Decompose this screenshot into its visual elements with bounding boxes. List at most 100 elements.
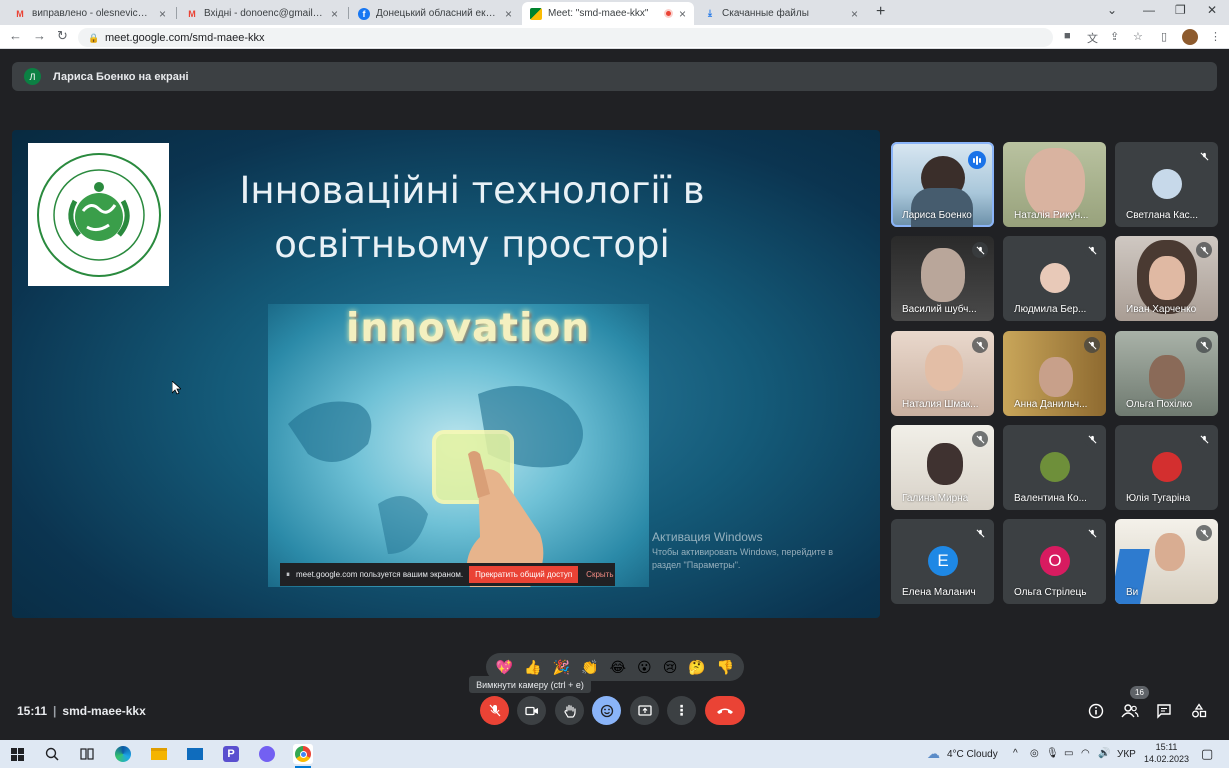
bookmark-star-icon[interactable]: ☆ [1133,30,1143,43]
mic-toggle-button[interactable] [480,696,509,725]
chat-button[interactable] [1153,700,1175,722]
task-view-icon[interactable] [77,744,97,764]
tab-search-icon[interactable]: ⌄ [1107,3,1117,17]
participant-name: Галина Мирна [902,493,969,504]
tab-facebook[interactable]: f Донецький обласний еколого-н × [350,2,520,25]
raise-hand-button[interactable] [555,696,584,725]
tab-title: Вхідні - donoenc@gmail.com - G [204,8,325,19]
participant-count-badge: 16 [1130,686,1149,699]
participant-tile[interactable]: Ольга Похілко [1115,331,1218,416]
close-icon[interactable]: × [505,7,512,21]
weather-text[interactable]: 4°C Cloudy [947,749,998,760]
clock[interactable]: 15:11 14.02.2023 [1144,742,1189,764]
participant-tile[interactable]: Светлана Кас... [1115,142,1218,227]
participant-tile[interactable]: О Ольга Стрілець [1003,519,1106,604]
stop-sharing-button[interactable]: Прекратить общий доступ [469,566,579,583]
menu-icon[interactable]: ⋮ [1210,30,1221,43]
profile-avatar[interactable] [1182,29,1198,45]
tab-gmail-1[interactable]: M виправлено - olesnevich88a@gr × [6,2,174,25]
reaction-thumbs-up[interactable]: 👍 [524,659,541,676]
tab-downloads[interactable]: ⤓ Скачанные файлы × [696,2,866,25]
wifi-icon[interactable]: ◠ [1081,748,1090,759]
participant-tile[interactable]: Наталія Рикун... [1003,142,1106,227]
tray-expand-icon[interactable]: ^ [1013,748,1018,759]
muted-mic-icon [972,337,988,353]
clock-time: 15:11 [1155,742,1178,752]
participant-video [921,248,965,302]
app-p-icon[interactable]: P [221,744,241,764]
reaction-party[interactable]: 🎉 [553,659,570,676]
activities-button[interactable] [1188,700,1210,722]
reactions-button[interactable] [592,696,621,725]
battery-icon[interactable]: ▭ [1064,748,1073,759]
reaction-heart[interactable]: 💖 [496,659,513,676]
side-panel-icon[interactable]: ▯ [1161,30,1167,43]
close-icon[interactable]: × [679,7,686,21]
share-icon[interactable]: ⇪ [1110,30,1119,43]
address-bar[interactable]: 🔒 meet.google.com/smd-maee-kkx [78,28,1053,47]
mail-icon[interactable] [185,744,205,764]
participant-tile[interactable]: Лариса Боенко [891,142,994,227]
translate-icon[interactable]: 文 [1087,30,1098,46]
camera-toggle-button[interactable] [517,696,546,725]
tab-title: Meet: "smd-maee-kkx" [548,8,649,19]
volume-icon[interactable]: 🔊 [1098,748,1110,759]
reload-icon[interactable]: ↻ [57,28,68,44]
participant-video [927,443,963,485]
back-icon[interactable]: ← [9,28,22,43]
restore-icon[interactable]: ❐ [1175,3,1186,17]
leave-call-button[interactable] [705,696,745,725]
chrome-icon[interactable] [293,744,313,768]
muted-mic-icon [972,431,988,447]
language-indicator[interactable]: УКР [1117,749,1136,760]
microphone-icon[interactable]: 🎙 [1046,748,1059,759]
reaction-laugh[interactable]: 😂 [610,659,626,676]
people-button[interactable] [1119,700,1141,722]
reaction-surprised[interactable]: 😮 [637,659,652,676]
minimize-icon[interactable]: — [1143,3,1155,17]
participant-tile[interactable]: E Елена Маланич [891,519,994,604]
forward-icon[interactable]: → [33,28,46,43]
viber-icon[interactable] [257,744,277,764]
close-window-icon[interactable]: ✕ [1207,3,1217,17]
reaction-thinking[interactable]: 🤔 [688,659,705,676]
muted-mic-icon [1196,242,1212,258]
lock-icon: 🔒 [88,33,100,43]
participant-tile[interactable]: Людмила Бер... [1003,236,1106,321]
notifications-icon[interactable]: ▢ [1201,746,1213,762]
presenter-avatar: Л [24,68,41,85]
drag-handle-icon[interactable]: ⏸ [286,570,290,580]
close-icon[interactable]: × [851,7,858,21]
tray-app-icon[interactable]: ◎ [1030,748,1039,759]
more-options-button[interactable]: ⋮ [667,696,696,725]
close-icon[interactable]: × [159,7,166,21]
new-tab-icon[interactable]: + [876,3,885,21]
windows-start-icon[interactable] [7,744,27,764]
present-screen-button[interactable] [630,696,659,725]
close-icon[interactable]: × [331,7,338,21]
file-explorer-icon[interactable] [149,744,169,764]
hide-notice-button[interactable]: Скрыть [586,570,613,579]
participant-tile[interactable]: Наталия Шмак... [891,331,994,416]
participant-tile[interactable]: Василий шубч... [891,236,994,321]
participant-letter-avatar: О [1040,546,1070,576]
speaking-indicator-icon [968,151,986,169]
search-icon[interactable] [42,744,62,764]
participant-tile[interactable]: Валентина Ко... [1003,425,1106,510]
participant-tile[interactable]: Ви [1115,519,1218,604]
participant-tile[interactable]: Галина Мирна [891,425,994,510]
meeting-details-button[interactable] [1085,700,1107,722]
participant-tile[interactable]: Юлія Тугаріна [1115,425,1218,510]
reaction-thumbs-down[interactable]: 👎 [717,659,734,676]
participant-tile[interactable]: Анна Данильч... [1003,331,1106,416]
camera-in-use-icon[interactable]: ■ [1064,30,1071,42]
participant-tile[interactable]: Иван Харченко [1115,236,1218,321]
edge-icon[interactable] [113,744,133,764]
hand-icon [563,704,576,718]
participant-name: Ольга Стрілець [1014,587,1087,598]
reaction-sad[interactable]: 😢 [663,659,678,676]
reaction-clap[interactable]: 👏 [581,659,598,676]
tab-meet[interactable]: Meet: "smd-maee-kkx" × [522,2,694,25]
tab-gmail-2[interactable]: M Вхідні - donoenc@gmail.com - G × [178,2,346,25]
meet-call-area: Л Лариса Боенко на екрані Інноваційні те… [0,50,1229,740]
